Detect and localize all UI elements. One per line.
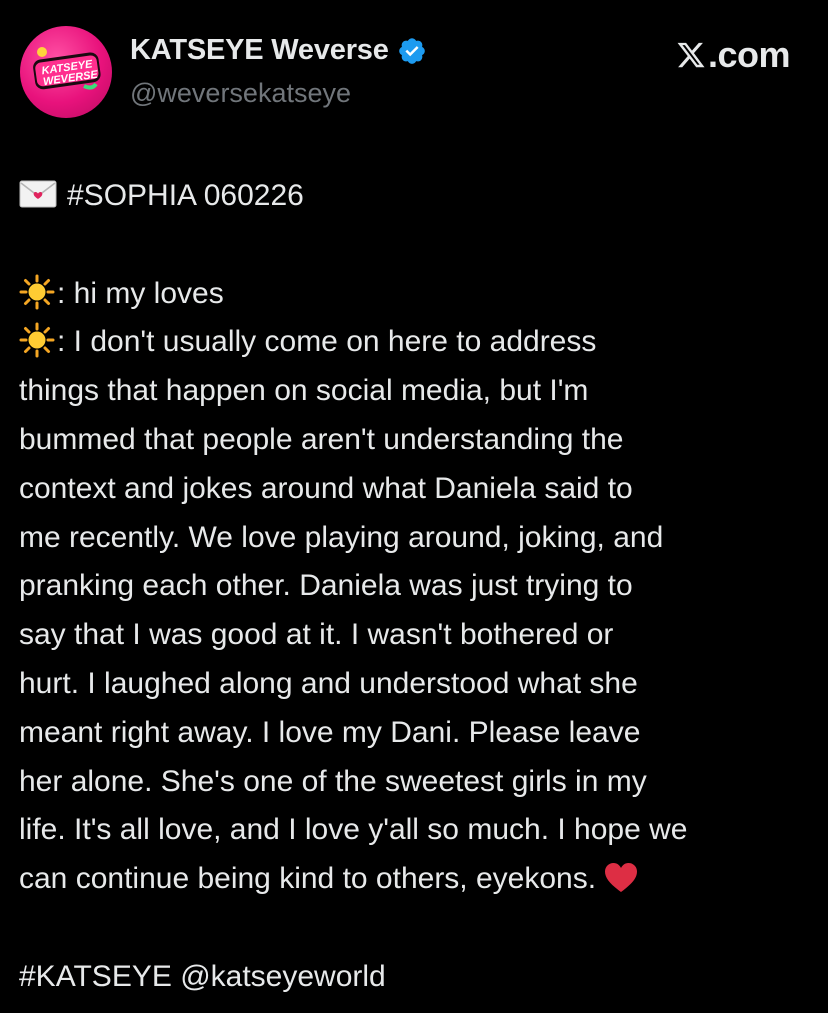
mention-link[interactable]: @katseyeworld — [180, 960, 386, 993]
post-line: meant right away. I love my Dani. Please… — [19, 715, 641, 749]
sun-icon — [19, 322, 55, 358]
love-letter-icon — [19, 180, 57, 208]
verified-badge-icon — [398, 37, 425, 64]
post-line: hurt. I laughed along and understood wha… — [19, 666, 638, 700]
post-line: bummed that people aren't understanding … — [19, 422, 624, 456]
post-line: life. It's all love, and I love y'all so… — [19, 813, 688, 847]
avatar-logo-icon: KATSEYE WEVERSE — [33, 47, 101, 90]
post-line-text: : I don't usually come on here to addres… — [57, 325, 597, 359]
post-body: #SOPHIA 060226 : hi my loves : I don't u… — [19, 172, 811, 1002]
avatar[interactable]: KATSEYE WEVERSE — [20, 26, 112, 118]
post-line-text: : hi my loves — [57, 276, 224, 310]
user-handle[interactable]: @weversekatseye — [130, 78, 351, 109]
post-header: KATSEYE WEVERSE KATSEYE Weverse @weverse… — [0, 0, 828, 140]
post-line: her alone. She's one of the sweetest gir… — [19, 764, 647, 798]
post-line: things that happen on social media, but … — [19, 374, 589, 408]
display-name[interactable]: KATSEYE Weverse — [130, 34, 389, 67]
site-label: .com — [707, 34, 791, 75]
post-footer: #KATSEYE @katseyeworld — [19, 953, 811, 1002]
x-site-mark[interactable]: .com — [676, 34, 791, 76]
sun-icon — [19, 274, 55, 310]
post-headline-text: #SOPHIA 060226 — [67, 179, 304, 212]
name-row: KATSEYE Weverse — [130, 34, 427, 67]
post-line: me recently. We love playing around, jok… — [19, 520, 664, 554]
post-line-text: can continue being kind to others, eyeko… — [19, 862, 597, 896]
post-line: : I don't usually come on here to addres… — [19, 318, 811, 367]
post-line: : hi my loves — [19, 270, 811, 319]
post-headline: #SOPHIA 060226 — [19, 172, 811, 221]
post-line: say that I was good at it. I wasn't both… — [19, 618, 614, 652]
post-line: can continue being kind to others, eyeko… — [19, 855, 811, 904]
hashtag-link[interactable]: #KATSEYE — [19, 960, 172, 993]
x-logo-icon — [677, 42, 705, 68]
post-line: context and jokes around what Daniela sa… — [19, 471, 633, 505]
red-heart-icon — [605, 863, 638, 893]
post-line: pranking each other. Daniela was just tr… — [19, 569, 633, 603]
